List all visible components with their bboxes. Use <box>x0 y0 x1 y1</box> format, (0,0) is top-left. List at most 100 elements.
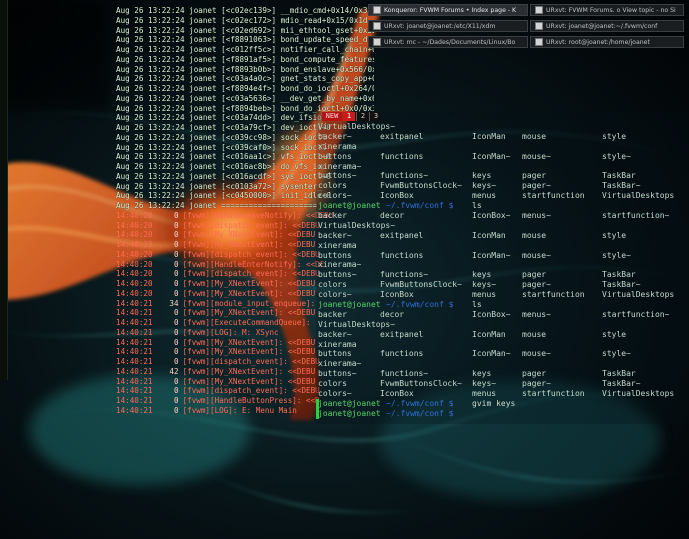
ls-entry: pager~ <box>522 181 551 191</box>
ls-entry: mouse <box>522 131 547 141</box>
ls-entry: keys <box>472 270 492 280</box>
log-timestamp: Aug 26 13:22:24 joanet <box>116 84 217 93</box>
prompt-path: ~/.fvwm/conf $ <box>386 201 454 211</box>
log-timestamp: 14:40:20 <box>116 249 153 259</box>
prompt-command: ls <box>472 201 482 211</box>
terminal-icon <box>535 38 543 46</box>
prompt-path: ~/.fvwm/conf $ <box>386 408 454 418</box>
log-message: [<c016ac8b>] do_vfs_ioc <box>221 162 327 171</box>
ls-entry: colors <box>318 379 347 389</box>
terminal-tab-bar: NEW 1 2 3 <box>316 112 688 121</box>
log-message: ===================== <box>221 201 318 210</box>
terminal-window[interactable]: NEW 1 2 3 VirtualDesktops~ backer~ exitpanel I… <box>316 112 688 424</box>
ls-entry: buttons~ <box>318 369 357 379</box>
kernel-log-line: Aug 26 13:22:24 joanet [<f8894e4f>] bond… <box>116 84 374 94</box>
terminal-tab-2[interactable]: 2 <box>356 112 369 121</box>
ls-output-row: buttons~ functions~ keys pager TaskBar <box>316 171 688 181</box>
log-message: [fvwm][My_XNextEvent]: <<DEBU <box>182 279 316 288</box>
log-timestamp: 14:40:21 <box>116 337 153 347</box>
log-message: [fvwm][My_XNextEvent]: <<DEBU <box>182 347 316 357</box>
ls-entry: IconMan <box>472 230 506 240</box>
ls-entry: mouse <box>522 230 547 240</box>
log-level: 0 <box>174 288 179 298</box>
log-message: [fvwm][HandleLeaveNotify]: <<DEBU <box>182 210 334 220</box>
ls-entry: startfunction <box>522 191 585 201</box>
taskbar-window-button[interactable]: URxvt: FVWM Forums. o View topic - no Si <box>530 4 684 16</box>
ls-entry: VirtualDesktops <box>602 389 675 399</box>
ls-entry: functions~ <box>380 270 429 280</box>
ls-entry: startfunction~ <box>602 211 670 221</box>
ls-entry: style <box>602 131 627 141</box>
ls-entry: pager <box>522 171 547 181</box>
ls-entry: FvwmButtonsClock~ <box>380 181 462 191</box>
log-timestamp: Aug 26 13:22:24 joanet <box>116 74 217 84</box>
taskbar-window-button[interactable]: URxvt: joanet@joanet:/etc/X11/xdm <box>368 20 528 32</box>
kernel-log-line: Aug 26 13:22:24 joanet [<c02ed692>] mii_… <box>116 26 374 36</box>
ls-entry: IconMan~ <box>472 151 511 161</box>
log-message: [<c02ec139>] __mdio_cmd+0x14/0x36 <box>221 6 373 15</box>
ls-entry: IconBox <box>380 191 414 201</box>
terminal-tab-new[interactable]: NEW <box>322 112 342 121</box>
terminal-tab-3[interactable]: 3 <box>369 112 382 121</box>
log-message: [<c02ec172>] mdio_read+0x15/0x1d <box>221 15 368 25</box>
log-level: 0 <box>174 327 179 337</box>
ls-entry: pager~ <box>522 280 551 290</box>
log-timestamp: Aug 26 13:22:24 joanet <box>116 152 217 162</box>
taskbar-window-button[interactable]: URxvt: root@joanet:/home/joanet <box>530 36 684 48</box>
log-timestamp: Aug 26 13:22:24 joanet <box>116 45 217 54</box>
ls-entry: IconBox~ <box>472 211 511 221</box>
log-message: [fvwm][My_XNextEvent]: <<DEBU <box>182 337 316 347</box>
ls-entry: mouse~ <box>522 349 551 359</box>
log-level: 0 <box>174 279 179 288</box>
kernel-log-line: Aug 26 13:22:24 joanet [<c012ff5c>] noti… <box>116 45 374 55</box>
log-timestamp: 14:40:21 <box>116 405 153 415</box>
log-message: [<c03a4a0c>] gnet_stats_copy_app+0 <box>221 74 374 84</box>
ls-entry: buttons <box>318 151 352 161</box>
ls-entry: mouse~ <box>522 151 551 161</box>
ls-output-row: xinerama~ <box>316 162 688 172</box>
ls-entry: pager <box>522 369 547 379</box>
terminal-icon <box>535 22 543 30</box>
log-level: 0 <box>174 220 179 230</box>
log-timestamp: 14:40:21 <box>116 347 153 357</box>
window-list-taskbar: Konqueror: FVWM Forums • Index page - K U… <box>368 4 684 52</box>
log-timestamp: Aug 26 13:22:24 joanet <box>116 113 217 123</box>
taskbar-window-title: URxvt: FVWM Forums. o View topic - no Si <box>546 7 676 14</box>
ls-entry: FvwmButtonsClock~ <box>380 280 462 290</box>
ls-output-row: xinerama~ <box>316 359 688 369</box>
ls-entry: backer~ <box>318 131 352 141</box>
ls-entry: TaskBar <box>602 171 636 181</box>
ls-entry: style~ <box>602 250 631 260</box>
ls-entry: keys <box>472 171 492 181</box>
taskbar-window-button[interactable]: Konqueror: FVWM Forums • Index page - K <box>368 4 528 16</box>
log-message: [<c0103a72>] sysenter_ <box>221 181 322 191</box>
log-timestamp: Aug 26 13:22:24 joanet <box>116 15 217 25</box>
log-timestamp: Aug 26 13:22:24 joanet <box>116 123 217 132</box>
ls-entry: keys~ <box>472 379 497 389</box>
ls-output-row: xinerama~ <box>316 260 688 270</box>
ls-output-row: VirtualDesktops~ <box>316 320 688 330</box>
taskbar-window-button[interactable]: URxvt: joanet@joanet:~/.fvwm/conf <box>530 20 684 32</box>
log-level: 0 <box>174 240 179 249</box>
ls-output-row: colors~ IconBox menus startfunction VirtualD… <box>316 191 688 201</box>
ls-entry: functions <box>380 151 424 161</box>
ls-entry: keys~ <box>472 181 497 191</box>
log-timestamp: Aug 26 13:22:24 joanet <box>116 171 217 181</box>
taskbar-window-button[interactable]: URxvt: mc - ~/Dades/Documents/Linux/Bo <box>368 36 528 48</box>
log-message: [<c039cc98>] sock_ioctl <box>221 132 327 142</box>
ls-entry: pager <box>522 270 547 280</box>
taskbar-window-title: URxvt: joanet@joanet:~/.fvwm/conf <box>546 23 658 30</box>
log-timestamp: Aug 26 13:22:24 joanet <box>116 201 217 210</box>
shell-prompt-line: joanet@joanet ~/.fvwm/conf $ ls <box>316 201 688 211</box>
ls-entry: buttons <box>318 349 352 359</box>
log-timestamp: 14:40:21 <box>116 357 153 366</box>
left-panel-edge <box>0 0 8 380</box>
log-level: 0 <box>174 259 179 269</box>
ls-output-row: VirtualDesktops~ <box>316 221 688 231</box>
ls-entry: xinerama~ <box>318 260 362 270</box>
log-level: 0 <box>174 357 179 366</box>
log-message: [fvwm][dispatch_event]: <<DEBU <box>182 386 320 396</box>
log-timestamp: 14:40:21 <box>116 327 153 337</box>
terminal-tab-1[interactable]: 1 <box>343 112 355 121</box>
log-timestamp: Aug 26 13:22:24 joanet <box>116 181 217 191</box>
